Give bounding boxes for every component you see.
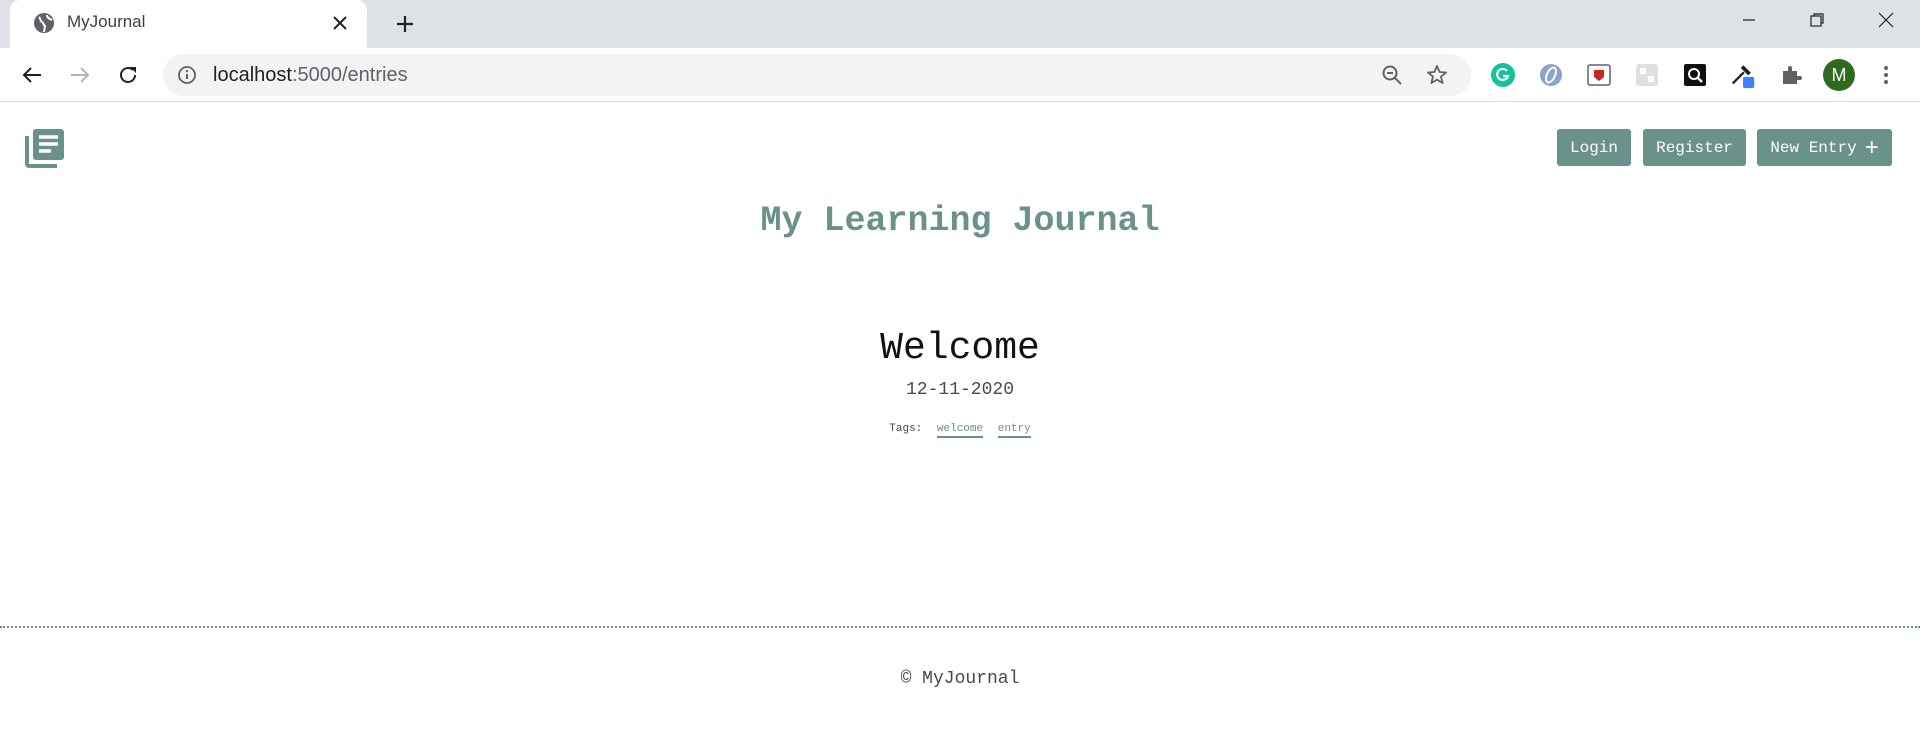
extension-grid-icon[interactable] [1633, 61, 1661, 89]
extension-orbit-icon[interactable] [1537, 61, 1565, 89]
footer-copyright: © MyJournal [900, 669, 1020, 689]
entry-date: 12-11-2020 [905, 380, 1015, 400]
login-label: Login [1569, 138, 1618, 157]
restore-icon[interactable] [1783, 0, 1851, 40]
extension-shield-icon[interactable] [1585, 61, 1613, 89]
browser-tabstrip: MyJournal [0, 0, 1920, 48]
site-title: My Learning Journal [760, 201, 1160, 241]
tag-link[interactable]: welcome [936, 423, 984, 438]
minimize-icon[interactable] [1715, 0, 1783, 40]
footer-divider [0, 626, 1920, 628]
register-button[interactable]: Register [1643, 129, 1746, 166]
tag-link[interactable]: entry [997, 423, 1031, 438]
address-bar[interactable]: localhost:5000/entries [163, 54, 1471, 96]
entry-title[interactable]: Welcome [0, 327, 1920, 370]
register-label: Register [1656, 138, 1733, 157]
back-icon[interactable] [16, 59, 48, 91]
url-host: localhost [213, 64, 292, 86]
grammarly-extension-icon[interactable] [1489, 61, 1517, 89]
new-tab-icon[interactable] [390, 9, 420, 39]
browser-toolbar: localhost:5000/entries M [0, 48, 1920, 102]
close-tab-icon[interactable] [327, 10, 353, 36]
profile-initial: M [1831, 64, 1847, 85]
profile-avatar[interactable]: M [1822, 58, 1856, 92]
forward-icon[interactable] [64, 59, 96, 91]
new-entry-label: New Entry [1770, 138, 1857, 157]
plus-icon: + [1864, 133, 1879, 161]
close-window-icon[interactable] [1852, 0, 1920, 40]
extensions-puzzle-icon[interactable] [1777, 61, 1805, 89]
reload-icon[interactable] [112, 59, 144, 91]
tab-title: MyJournal [67, 12, 146, 31]
bookmark-star-icon[interactable] [1425, 63, 1449, 87]
new-entry-button[interactable]: New Entry + [1757, 129, 1892, 166]
eyedropper-extension-icon[interactable] [1729, 61, 1757, 89]
login-button[interactable]: Login [1557, 129, 1631, 166]
globe-icon [32, 11, 56, 35]
extension-search-icon[interactable] [1681, 61, 1709, 89]
zoom-out-icon[interactable] [1380, 63, 1404, 87]
browser-menu-icon[interactable] [1872, 61, 1900, 89]
url-path: :5000/entries [291, 64, 408, 86]
info-icon[interactable] [177, 65, 197, 85]
browser-tab[interactable]: MyJournal [10, 0, 367, 48]
journal-logo-icon[interactable] [24, 127, 66, 169]
entry-tags: Tags: welcome entry [0, 423, 1920, 438]
tags-label: Tags: [889, 423, 923, 435]
page-content: Login Register New Entry + My Learning J… [0, 103, 1920, 749]
url-text[interactable]: localhost:5000/entries [213, 64, 408, 87]
